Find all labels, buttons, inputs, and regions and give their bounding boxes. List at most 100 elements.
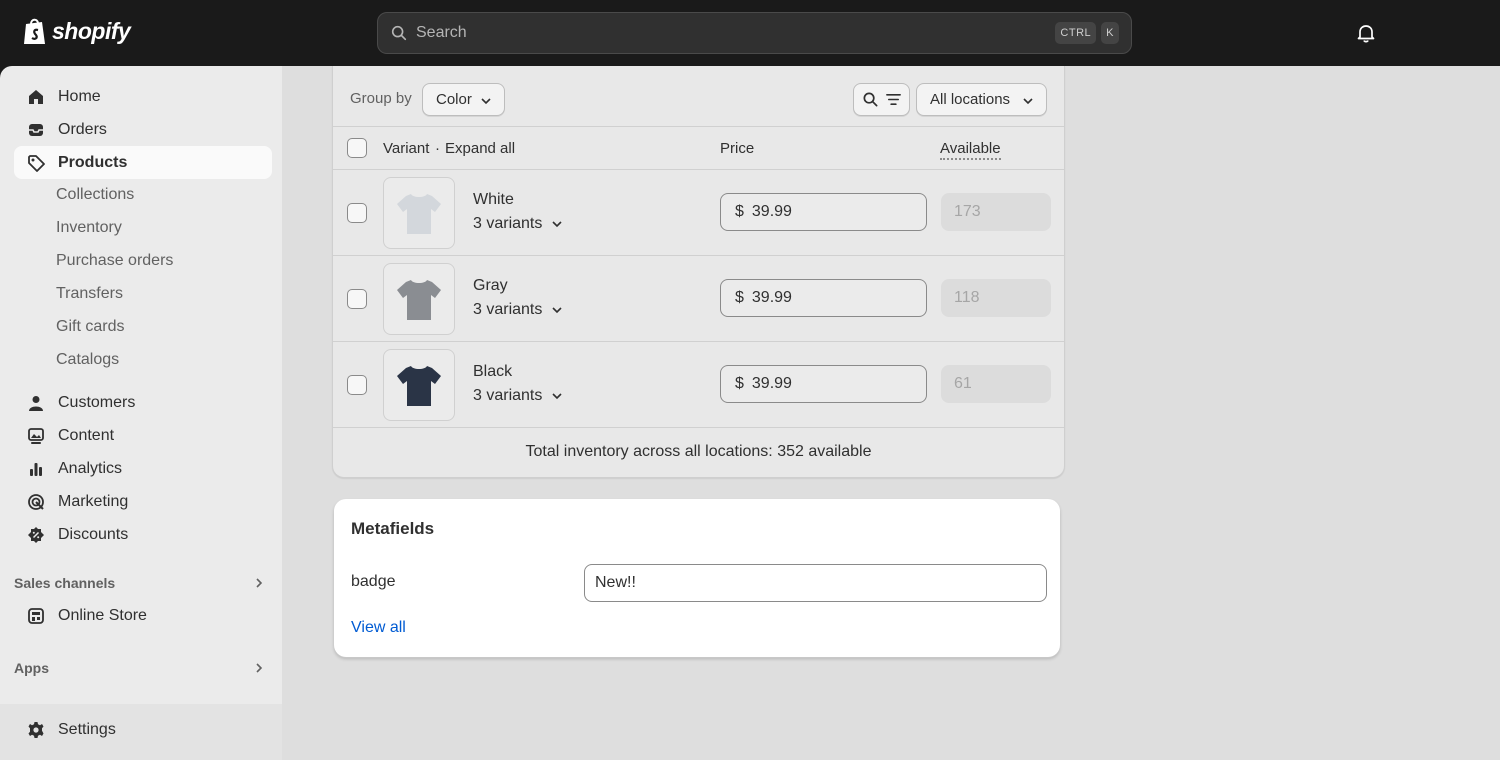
row-checkbox[interactable] [347, 375, 367, 395]
select-all-checkbox[interactable] [347, 138, 367, 158]
locations-value: All locations [930, 91, 1011, 108]
nav-discounts[interactable]: Discounts [14, 518, 272, 551]
expand-all-link[interactable]: Expand all [445, 140, 515, 157]
price-input[interactable]: $ 39.99 [720, 279, 927, 317]
variants-toggle[interactable]: 3 variants [473, 387, 564, 405]
nav-settings[interactable]: Settings [14, 713, 272, 746]
column-variant: Variant [383, 140, 430, 157]
apps-label: Apps [14, 660, 49, 676]
bell-icon[interactable] [1355, 22, 1377, 44]
tag-icon [26, 153, 46, 173]
variants-toolbar: Group by Color All locations [333, 66, 1064, 126]
nav-catalogs[interactable]: Catalogs [56, 345, 119, 375]
row-checkbox[interactable] [347, 289, 367, 309]
tshirt-icon [397, 194, 441, 234]
nav-orders[interactable]: Orders [14, 113, 272, 146]
tshirt-icon [397, 366, 441, 406]
brand-name: shopify [52, 17, 131, 44]
nav-online-store[interactable]: Online Store [14, 599, 272, 632]
view-all-link[interactable]: View all [351, 619, 406, 637]
column-price: Price [720, 140, 755, 157]
chevron-down-icon [552, 393, 562, 400]
target-icon [26, 492, 46, 512]
shopify-bag-icon [24, 18, 45, 44]
shortcut-ctrl: CTRL [1055, 22, 1097, 44]
nav-label: Products [58, 153, 128, 171]
variant-name: Black [473, 363, 513, 380]
product-thumbnail[interactable] [383, 349, 455, 421]
column-separator: · [435, 140, 440, 157]
home-icon [26, 87, 46, 107]
nav-content[interactable]: Content [14, 419, 272, 452]
chevron-down-icon [552, 221, 562, 228]
currency-symbol: $ [735, 203, 744, 220]
price-input[interactable]: $ 39.99 [720, 365, 927, 403]
inventory-total: Total inventory across all locations: 35… [525, 443, 872, 460]
group-by-select[interactable]: Color [422, 83, 505, 116]
group-by-value: Color [436, 91, 472, 108]
nav-marketing[interactable]: Marketing [14, 485, 272, 518]
price-value: 39.99 [751, 289, 792, 306]
price-input[interactable]: $ 39.99 [720, 193, 927, 231]
product-thumbnail[interactable] [383, 177, 455, 249]
filter-icon [885, 93, 901, 106]
nav-products[interactable]: Products [14, 146, 272, 179]
variants-toggle[interactable]: 3 variants [473, 301, 564, 319]
store-icon [26, 606, 46, 626]
product-thumbnail[interactable] [383, 263, 455, 335]
column-available[interactable]: Available [940, 140, 1001, 160]
variant-name: Gray [473, 277, 508, 294]
sales-channels-section[interactable]: Sales channels [14, 569, 272, 597]
nav-customers[interactable]: Customers [14, 386, 272, 419]
variant-row[interactable]: Gray 3 variants $ 39.99 118 [333, 256, 1064, 342]
shopify-logo[interactable]: shopify [22, 16, 131, 46]
nav-label: Analytics [58, 459, 123, 477]
nav-transfers[interactable]: Transfers [56, 279, 123, 309]
apps-section[interactable]: Apps [14, 654, 272, 682]
nav-label: Discounts [58, 525, 129, 543]
metafield-label: badge [351, 573, 396, 590]
available-field: 61 [941, 365, 1051, 403]
nav-collections[interactable]: Collections [56, 180, 134, 210]
search-filter-button[interactable] [853, 83, 910, 116]
variants-toggle[interactable]: 3 variants [473, 215, 564, 233]
price-value: 39.99 [751, 375, 792, 392]
variant-row[interactable]: White 3 variants $ 39.99 173 [333, 170, 1064, 256]
variants-table-header: Variant · Expand all Price Available [333, 126, 1064, 170]
tshirt-icon [397, 280, 441, 320]
group-by-label: Group by [350, 90, 412, 107]
discount-icon [26, 525, 46, 545]
nav-purchase-orders[interactable]: Purchase orders [56, 246, 173, 276]
variants-count: 3 variants [473, 215, 543, 232]
chevron-right-icon [256, 663, 263, 673]
image-icon [26, 426, 46, 446]
nav-label: Home [58, 87, 101, 105]
nav-home[interactable]: Home [14, 80, 272, 113]
variants-count: 3 variants [473, 301, 543, 318]
search-input[interactable]: Search CTRL K [377, 12, 1132, 54]
metafields-title: Metafields [351, 519, 435, 538]
locations-select[interactable]: All locations [916, 83, 1047, 116]
variant-name: White [473, 191, 514, 208]
search-placeholder: Search [416, 24, 467, 41]
nav-label: Orders [58, 120, 107, 138]
nav-gift-cards[interactable]: Gift cards [56, 312, 124, 342]
sidebar: Home Orders Products Collections Invento… [0, 66, 282, 760]
price-value: 39.99 [751, 203, 792, 220]
variant-row[interactable]: Black 3 variants $ 39.99 61 [333, 342, 1064, 428]
nav-inventory[interactable]: Inventory [56, 213, 122, 243]
available-field: 118 [941, 279, 1051, 317]
currency-symbol: $ [735, 375, 744, 392]
gear-icon [26, 720, 46, 740]
badge-input[interactable]: New!! [584, 564, 1047, 602]
metafields-card: Metafields badge New!! View all [334, 499, 1060, 657]
chevron-down-icon [481, 98, 491, 105]
row-checkbox[interactable] [347, 203, 367, 223]
variants-card: Group by Color All locations Variant · E… [332, 66, 1065, 478]
nav-analytics[interactable]: Analytics [14, 452, 272, 485]
person-icon [26, 393, 46, 413]
inbox-icon [26, 120, 46, 140]
nav-label: Online Store [58, 606, 147, 624]
search-icon [863, 92, 877, 107]
variants-count: 3 variants [473, 387, 543, 404]
